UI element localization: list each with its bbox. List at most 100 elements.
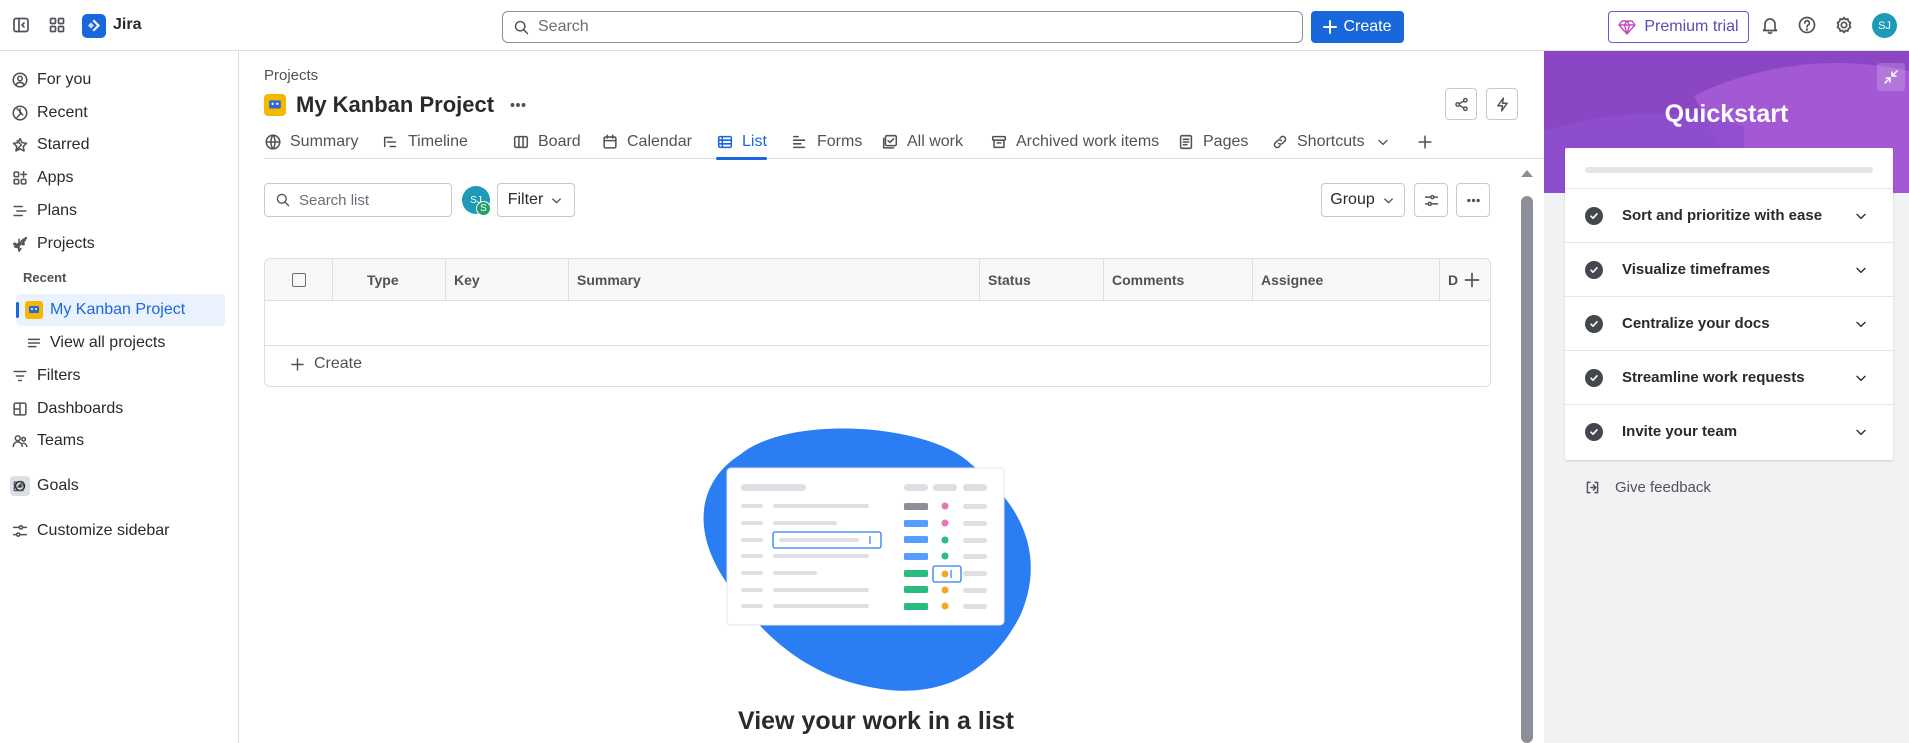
sidebar-item-starred[interactable]: Starred [0, 130, 239, 160]
page-title: My Kanban Project [296, 92, 495, 117]
sidebar-item-my-kanban-project[interactable]: My Kanban Project [0, 295, 239, 325]
tab-label: Summary [290, 133, 359, 150]
collapse-icon [1884, 70, 1898, 84]
jira-logo[interactable] [82, 14, 106, 38]
help-button[interactable] [1794, 12, 1820, 38]
work-items-table: Type Key Summary Status Comments Assigne… [264, 258, 1491, 387]
sidebar-item-teams[interactable]: Teams [0, 426, 239, 456]
sidebar-item-label: Recent [37, 104, 88, 121]
more-icon [1466, 198, 1480, 202]
check-circle-icon [1585, 314, 1603, 333]
tab-label: All work [907, 133, 964, 150]
sidebar-item-for-you[interactable]: For you [0, 65, 239, 95]
sidebar-item-apps[interactable]: Apps [0, 163, 239, 193]
more-actions-button[interactable] [1456, 183, 1490, 217]
column-comments[interactable]: Comments [1104, 259, 1253, 301]
external-link-icon[interactable] [11, 479, 26, 494]
archive-icon [991, 135, 1007, 149]
search-icon [514, 20, 529, 34]
tab-board[interactable]: Board [512, 125, 581, 159]
chevron-right-icon[interactable] [11, 137, 27, 153]
tab-pages[interactable]: Pages [1177, 125, 1248, 159]
create-item-row[interactable]: Create [289, 355, 362, 373]
global-search[interactable] [502, 11, 1303, 43]
board-icon [513, 135, 529, 149]
list-search[interactable] [264, 183, 452, 217]
tab-archived-work-items[interactable]: Archived work items [990, 125, 1159, 159]
tab-summary[interactable]: Summary [264, 125, 358, 159]
settings-button[interactable] [1831, 12, 1857, 38]
select-all-checkbox[interactable] [291, 273, 306, 287]
quickstart-item-streamline-requests[interactable]: Streamline work requests [1565, 350, 1893, 404]
sidebar-item-label: Plans [37, 202, 78, 219]
scroll-up-icon[interactable] [1519, 167, 1535, 179]
sidebar-toggle-button[interactable] [8, 12, 34, 38]
list-search-input[interactable] [299, 191, 449, 209]
sidebar-item-plans[interactable]: Plans [0, 196, 239, 226]
quickstart-collapse-button[interactable] [1877, 63, 1905, 91]
add-tab-button[interactable] [1416, 125, 1434, 159]
quickstart-item-visualize-timeframes[interactable]: Visualize timeframes [1565, 242, 1893, 296]
sidebar-item-label: For you [37, 71, 92, 88]
give-feedback-button[interactable]: Give feedback [1584, 479, 1711, 496]
tab-shortcuts[interactable]: Shortcuts [1271, 125, 1391, 159]
filter-button[interactable]: Filter [497, 183, 575, 217]
tab-timeline[interactable]: Timeline [382, 125, 468, 159]
sidebar-item-goals[interactable]: Goals [0, 471, 239, 501]
more-icon[interactable] [11, 236, 27, 252]
column-type[interactable]: Type [333, 259, 446, 301]
app-name[interactable]: Jira [113, 16, 141, 34]
check-circle-icon [1585, 368, 1603, 387]
tab-list[interactable]: List [716, 125, 767, 160]
tab-all-work[interactable]: All work [881, 125, 963, 159]
premium-trial-label: Premium trial [1644, 18, 1739, 35]
column-assignee[interactable]: Assignee [1253, 259, 1440, 301]
bell-icon [1762, 18, 1778, 35]
app-switcher-button[interactable] [44, 12, 70, 38]
group-button[interactable]: Group [1321, 183, 1405, 217]
column-status[interactable]: Status [980, 259, 1104, 301]
column-key[interactable]: Key [446, 259, 569, 301]
more-icon[interactable] [508, 95, 528, 115]
dashboard-icon [13, 402, 27, 416]
add-column-button[interactable] [1458, 267, 1486, 293]
list-illustration [703, 428, 1031, 691]
tab-forms[interactable]: Forms [791, 125, 862, 159]
quickstart-item-label: Centralize your docs [1622, 315, 1770, 332]
list-icon [717, 135, 733, 149]
column-summary[interactable]: Summary [569, 259, 980, 301]
automation-button[interactable] [1486, 88, 1518, 120]
breadcrumb[interactable]: Projects [264, 67, 318, 84]
link-icon [1273, 135, 1287, 149]
search-input[interactable] [538, 18, 1238, 36]
user-avatar[interactable]: SJ [1872, 13, 1897, 38]
view-settings-button[interactable] [1414, 183, 1448, 217]
group-button-label: Group [1330, 191, 1375, 208]
sidebar-item-dashboards[interactable]: Dashboards [0, 394, 239, 424]
create-button[interactable]: Create [1311, 11, 1404, 43]
give-feedback-label: Give feedback [1615, 479, 1711, 496]
scrollbar-thumb[interactable] [1521, 196, 1533, 743]
sidebar-item-recent[interactable]: Recent [0, 98, 239, 128]
sidebar-item-filters[interactable]: Filters [0, 361, 239, 391]
chevron-down-icon [552, 197, 562, 203]
notifications-button[interactable] [1757, 12, 1783, 38]
sidebar-item-label: Projects [37, 235, 95, 252]
lightning-icon [1496, 96, 1508, 112]
sliders-icon [12, 525, 28, 537]
quickstart-item-label: Streamline work requests [1622, 369, 1805, 386]
share-button[interactable] [1445, 88, 1477, 120]
tab-calendar[interactable]: Calendar [601, 125, 692, 159]
quickstart-item-invite-team[interactable]: Invite your team [1565, 404, 1893, 458]
quickstart-item-centralize-docs[interactable]: Centralize your docs [1565, 296, 1893, 350]
quickstart-item-sort-prioritize[interactable]: Sort and prioritize with ease [1565, 188, 1893, 242]
chevron-right-icon[interactable] [11, 105, 27, 121]
filter-button-label: Filter [507, 191, 544, 208]
column-due-date[interactable]: Du [1440, 259, 1458, 301]
sidebar-item-projects[interactable]: Projects [0, 229, 239, 259]
premium-trial-button[interactable]: Premium trial [1608, 11, 1749, 43]
tab-label: Forms [817, 133, 863, 150]
sidebar-item-customize-sidebar[interactable]: Customize sidebar [0, 516, 239, 546]
chevron-down-icon [1856, 375, 1866, 381]
sidebar-item-view-all-projects[interactable]: View all projects [0, 328, 239, 358]
